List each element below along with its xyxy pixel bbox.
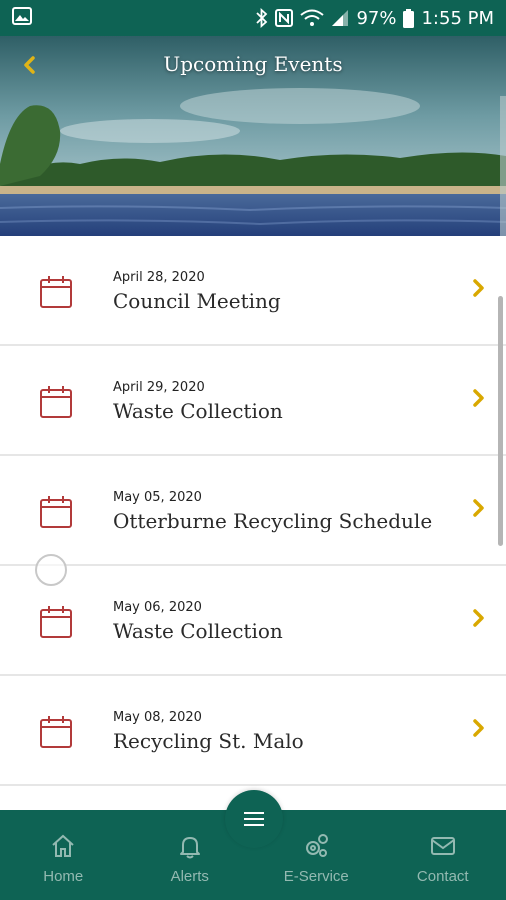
calendar-icon xyxy=(40,496,72,528)
envelope-icon xyxy=(430,837,455,855)
scrollbar[interactable] xyxy=(498,296,503,546)
chevron-right-icon xyxy=(473,609,484,627)
chevron-right-icon xyxy=(473,389,484,407)
chevron-right-icon xyxy=(473,719,484,737)
bell-icon xyxy=(179,837,200,859)
event-date: May 08, 2020 xyxy=(113,710,202,725)
gallery-icon xyxy=(12,7,32,29)
header-banner: Upcoming Events xyxy=(0,36,506,236)
status-bar: 97% 1:55 PM xyxy=(0,0,506,36)
event-title: Waste Collection xyxy=(113,399,283,423)
clock-time: 1:55 PM xyxy=(421,7,494,29)
signal-icon xyxy=(331,9,349,27)
event-title: Council Meeting xyxy=(113,289,281,313)
chevron-right-icon xyxy=(473,279,484,297)
home-icon xyxy=(52,834,74,857)
nav-eservice-label: E-Service xyxy=(283,868,349,885)
event-title: Recycling St. Malo xyxy=(113,729,304,753)
battery-icon xyxy=(403,8,415,28)
nav-contact[interactable]: Contact xyxy=(380,810,506,900)
page-title: Upcoming Events xyxy=(163,52,343,76)
event-date: April 29, 2020 xyxy=(113,380,205,395)
menu-button[interactable] xyxy=(225,790,283,848)
nfc-icon xyxy=(275,9,294,27)
calendar-icon xyxy=(40,276,72,308)
event-title: Waste Collection xyxy=(113,619,283,643)
touch-indicator xyxy=(35,554,67,586)
event-title: Otterburne Recycling Schedule xyxy=(113,509,433,533)
event-date: May 05, 2020 xyxy=(113,490,202,505)
chevron-right-icon xyxy=(473,499,484,517)
nav-contact-label: Contact xyxy=(416,868,469,885)
list-item[interactable]: April 28, 2020 Council Meeting xyxy=(0,236,506,346)
event-list[interactable]: April 28, 2020 Council Meeting April 29,… xyxy=(0,236,506,810)
list-item[interactable]: May 05, 2020 Otterburne Recycling Schedu… xyxy=(0,456,506,566)
nav-home[interactable]: Home xyxy=(0,810,127,900)
nav-home-label: Home xyxy=(43,868,84,885)
list-item[interactable]: May 06, 2020 Waste Collection xyxy=(0,566,506,676)
battery-percent: 97% xyxy=(356,7,397,29)
calendar-icon xyxy=(40,716,72,748)
list-item[interactable]: April 29, 2020 Waste Collection xyxy=(0,346,506,456)
nav-alerts-label: Alerts xyxy=(170,868,209,885)
event-date: April 28, 2020 xyxy=(113,270,205,285)
event-date: May 06, 2020 xyxy=(113,600,202,615)
calendar-icon xyxy=(40,386,72,418)
bluetooth-icon xyxy=(256,8,268,28)
list-item[interactable]: May 08, 2020 Recycling St. Malo xyxy=(0,676,506,786)
calendar-icon xyxy=(40,606,72,638)
hamburger-menu-icon xyxy=(244,812,264,826)
gears-icon xyxy=(306,834,329,857)
wifi-icon xyxy=(300,9,325,27)
